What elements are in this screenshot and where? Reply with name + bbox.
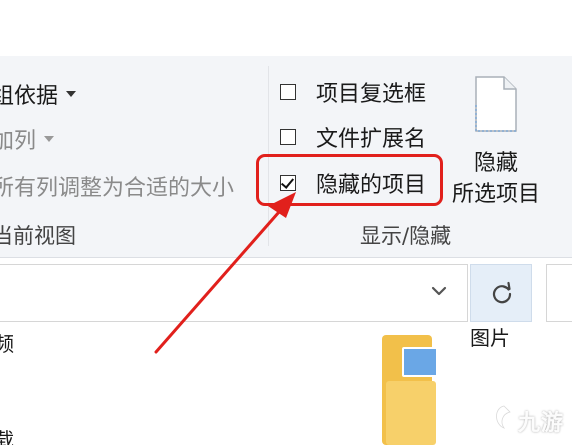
file-extensions-label: 文件扩展名 xyxy=(316,127,427,152)
ribbon-divider xyxy=(0,257,572,258)
current-view-label: 当前视图 xyxy=(0,224,76,248)
add-column-label: 加列 xyxy=(0,129,37,154)
search-input[interactable] xyxy=(546,264,572,322)
list-item-label[interactable]: 载 xyxy=(0,424,14,445)
size-all-columns-button[interactable]: 所有列调整为合适的大小 xyxy=(0,170,234,202)
chevron-down-icon[interactable] xyxy=(430,282,448,300)
item-checkboxes-label: 项目复选框 xyxy=(316,82,427,107)
size-all-columns-label: 所有列调整为合适的大小 xyxy=(0,176,235,201)
address-bar[interactable] xyxy=(0,264,468,322)
folder-icon[interactable] xyxy=(380,325,444,445)
group-by-label: 组依据 xyxy=(0,84,59,109)
red-highlight-box xyxy=(256,154,443,206)
item-checkboxes-option[interactable]: 项目复选框 xyxy=(280,77,426,107)
chevron-down-icon xyxy=(44,136,55,142)
add-column-button[interactable]: 加列 xyxy=(0,123,55,155)
refresh-icon xyxy=(492,281,512,304)
group-by-button[interactable]: 组依据 xyxy=(0,78,77,110)
current-view-group-title: 当前视图 xyxy=(0,220,76,250)
item-checkboxes-checkbox[interactable] xyxy=(280,84,296,100)
list-item-label[interactable]: 频 xyxy=(0,328,14,357)
file-extensions-option[interactable]: 文件扩展名 xyxy=(280,122,426,152)
watermark-text: 九游 xyxy=(518,411,565,436)
hide-selected-label-line2[interactable]: 所选项目 xyxy=(440,176,552,208)
chevron-down-icon xyxy=(66,91,77,97)
document-icon[interactable] xyxy=(472,75,520,133)
show-hide-group-title: 显示/隐藏 xyxy=(360,224,452,248)
ribbon-top-strip xyxy=(0,0,572,56)
file-extensions-checkbox[interactable] xyxy=(280,129,296,145)
file-explorer-window: 组依据 加列 所有列调整为合适的大小 当前视图 项目复选框 文件扩展名 隐藏的项… xyxy=(0,0,572,445)
hide-selected-label-line1[interactable]: 隐藏 xyxy=(440,145,552,177)
pictures-folder-label[interactable]: 图片 xyxy=(470,322,510,351)
